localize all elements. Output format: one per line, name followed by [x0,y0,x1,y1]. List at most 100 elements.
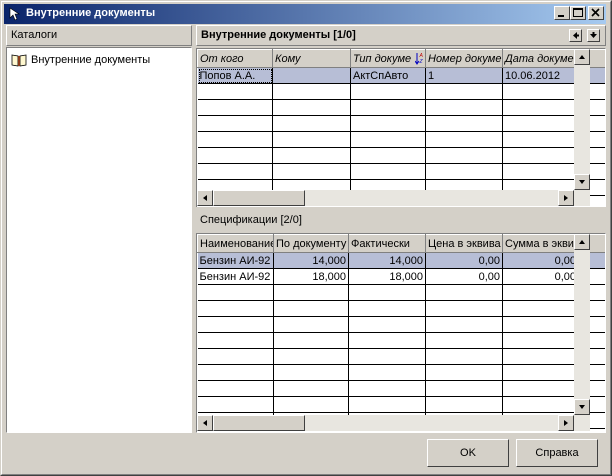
book-icon [11,54,27,67]
documents-header-row: От кого Кому Тип докуме AZ Номер докуме … [197,49,605,68]
table-row[interactable] [197,300,605,317]
table-row[interactable] [197,83,605,100]
sort-az-icon: AZ [415,53,424,65]
documents-title: Внутренние документы [1/0] [201,29,356,41]
col-header-to[interactable]: Кому [272,49,351,68]
col-header-doc-type[interactable]: Тип докуме AZ [350,49,426,68]
scroll-thumb[interactable] [213,190,305,206]
table-row[interactable] [197,131,605,148]
scroll-left-button[interactable] [197,190,213,206]
nav-prev-button[interactable] [569,29,582,42]
col-header-from[interactable]: От кого [197,49,273,68]
ok-button[interactable]: OK [427,439,509,467]
arrow-down-icon [579,180,585,184]
vertical-splitter[interactable] [192,25,195,433]
col-header-by-doc[interactable]: По документу [273,234,349,253]
table-row[interactable] [197,163,605,180]
arrow-up-icon [579,240,585,244]
documents-header: Внутренние документы [1/0] [196,25,606,46]
specs-header-row: Наименование По документу Фактически Цен… [197,234,605,253]
table-row[interactable] [197,396,605,413]
specs-vscrollbar[interactable] [574,234,590,415]
table-row[interactable] [197,348,605,365]
close-icon [591,8,600,17]
table-row[interactable] [197,364,605,381]
window-title: Внутренние документы [26,7,156,19]
documents-grid[interactable]: От кого Кому Тип докуме AZ Номер докуме … [196,48,606,208]
maximize-button[interactable] [570,6,586,20]
tree-item-label: Внутренние документы [31,54,151,66]
cell-price[interactable]: 0,00 [425,268,503,285]
app-icon [9,7,20,21]
cell-doc-type[interactable]: АктСпАвто [350,67,426,84]
cell-price[interactable]: 0,00 [425,252,503,269]
help-button[interactable]: Справка [516,439,598,467]
table-row[interactable] [197,284,605,301]
cell-from[interactable]: Попов А.А. [197,67,273,84]
scroll-down-button[interactable] [574,174,590,190]
arrow-left-icon [573,32,579,39]
table-row[interactable] [197,115,605,132]
arrow-down-icon [579,405,585,409]
close-button[interactable] [588,6,604,20]
col-header-doc-type-label: Тип докуме [353,52,412,65]
cell-actual[interactable]: 18,000 [348,268,426,285]
specs-hscrollbar[interactable] [197,415,590,431]
minimize-icon [558,15,564,17]
arrow-left-icon [203,420,207,426]
cell-actual[interactable]: 14,000 [348,252,426,269]
cell-sum[interactable]: 0,00 [502,252,579,269]
col-header-name[interactable]: Наименование [197,234,274,253]
specs-table: Наименование По документу Фактически Цен… [197,234,605,429]
col-header-price[interactable]: Цена в эквива [425,234,503,253]
documents-hscrollbar[interactable] [197,190,590,206]
table-row[interactable]: Бензин АИ-92 14,000 14,000 0,00 0,00 F [197,252,605,269]
cell-by-doc[interactable]: 18,000 [273,268,349,285]
table-row[interactable] [197,332,605,349]
cell-sum[interactable]: 0,00 [502,268,579,285]
table-row[interactable] [197,380,605,397]
tree-item-internal-docs[interactable]: Внутренние документы [11,52,150,68]
catalog-header: Каталоги [6,25,192,46]
col-header-sum[interactable]: Сумма в эквив [502,234,579,253]
table-row[interactable]: Попов А.А. АктСпАвто 1 10.06.2012 0 [197,67,605,84]
table-row[interactable] [197,316,605,333]
scroll-right-button[interactable] [558,190,574,206]
arrow-up-icon [579,55,585,59]
scroll-right-button[interactable] [558,415,574,431]
table-row[interactable]: Бензин АИ-92 18,000 18,000 0,00 0,00 F [197,268,605,285]
arrow-left-icon [203,195,207,201]
cell-by-doc[interactable]: 14,000 [273,252,349,269]
scroll-thumb[interactable] [213,415,305,431]
col-header-doc-number[interactable]: Номер докуме [425,49,503,68]
minimize-button[interactable] [554,6,570,20]
cell-doc-date[interactable]: 10.06.2012 [502,67,579,84]
scroll-up-button[interactable] [574,234,590,250]
arrow-down-icon [590,32,597,38]
documents-vscrollbar[interactable] [574,49,590,190]
window: Внутренние документы Каталоги Внутренние… [0,0,612,476]
specs-header: Спецификации [2/0] [196,211,606,231]
scroll-down-button[interactable] [574,399,590,415]
arrow-right-icon [564,420,568,426]
col-header-actual[interactable]: Фактически [348,234,426,253]
table-row[interactable] [197,99,605,116]
scroll-up-button[interactable] [574,49,590,65]
documents-table: От кого Кому Тип докуме AZ Номер докуме … [197,49,605,196]
nav-down-button[interactable] [587,29,600,42]
cell-to[interactable] [272,67,351,84]
scroll-left-button[interactable] [197,415,213,431]
horizontal-splitter[interactable] [196,207,606,210]
cell-doc-number[interactable]: 1 [425,67,503,84]
arrow-right-icon [564,195,568,201]
title-bar[interactable]: Внутренние документы [4,4,606,24]
cell-name[interactable]: Бензин АИ-92 [197,268,274,285]
svg-text:Z: Z [419,59,424,65]
cell-name[interactable]: Бензин АИ-92 [197,252,274,269]
maximize-icon [573,8,583,17]
catalog-panel: Каталоги Внутренние документы [6,25,192,433]
table-row[interactable] [197,147,605,164]
specs-grid[interactable]: Наименование По документу Фактически Цен… [196,233,606,433]
col-header-doc-date[interactable]: Дата докуме [502,49,579,68]
catalog-tree[interactable]: Внутренние документы [6,47,192,433]
